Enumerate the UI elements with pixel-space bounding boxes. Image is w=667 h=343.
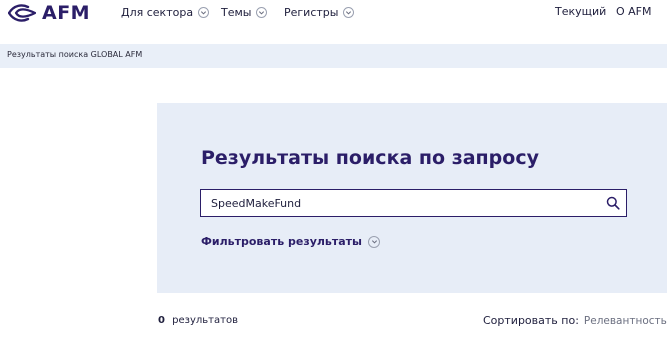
sort-select-value[interactable]: Релевантность	[584, 315, 667, 327]
nav-item-label: Регистры	[284, 6, 339, 19]
nav-item-topics[interactable]: Темы	[221, 5, 268, 20]
site-header: AFM Для сектора Темы Регистры Текущий О …	[0, 0, 667, 44]
breadcrumb-bar: Результаты поиска GLOBAL AFM	[0, 44, 667, 68]
nav-item-label: Для сектора	[121, 6, 194, 19]
logo-text: AFM	[42, 2, 91, 24]
page: AFM Для сектора Темы Регистры Текущий О …	[0, 0, 667, 343]
results-count: 0 результатов	[158, 315, 238, 326]
sort-label: Сортировать по:	[483, 314, 579, 327]
nav-item-label: Темы	[221, 6, 252, 19]
nav-item-sector[interactable]: Для сектора	[121, 5, 210, 20]
chevron-down-icon	[343, 7, 355, 18]
search-icon	[606, 196, 620, 210]
search-input[interactable]	[211, 190, 591, 216]
chevron-down-icon	[368, 235, 381, 248]
search-button[interactable]	[605, 195, 621, 211]
nav-link-current[interactable]: Текущий	[555, 5, 606, 18]
search-box	[200, 189, 627, 217]
afm-logo[interactable]: AFM	[8, 2, 90, 24]
results-count-number: 0	[158, 315, 165, 326]
nav-item-registers[interactable]: Регистры	[284, 5, 355, 20]
breadcrumb[interactable]: Результаты поиска GLOBAL AFM	[7, 50, 142, 59]
page-title: Результаты поиска по запросу	[201, 147, 539, 169]
search-panel: Результаты поиска по запросу Фильтровать…	[157, 103, 667, 293]
sort-control[interactable]: Сортировать по: Релевантность	[483, 314, 667, 327]
filter-results-toggle[interactable]: Фильтровать результаты	[201, 235, 381, 248]
results-count-label: результатов	[172, 315, 238, 326]
chevron-down-icon	[256, 7, 268, 18]
chevron-down-icon	[198, 7, 210, 18]
filter-results-label: Фильтровать результаты	[201, 235, 363, 248]
afm-logo-icon	[8, 4, 36, 22]
nav-link-about[interactable]: О AFM	[616, 5, 652, 18]
